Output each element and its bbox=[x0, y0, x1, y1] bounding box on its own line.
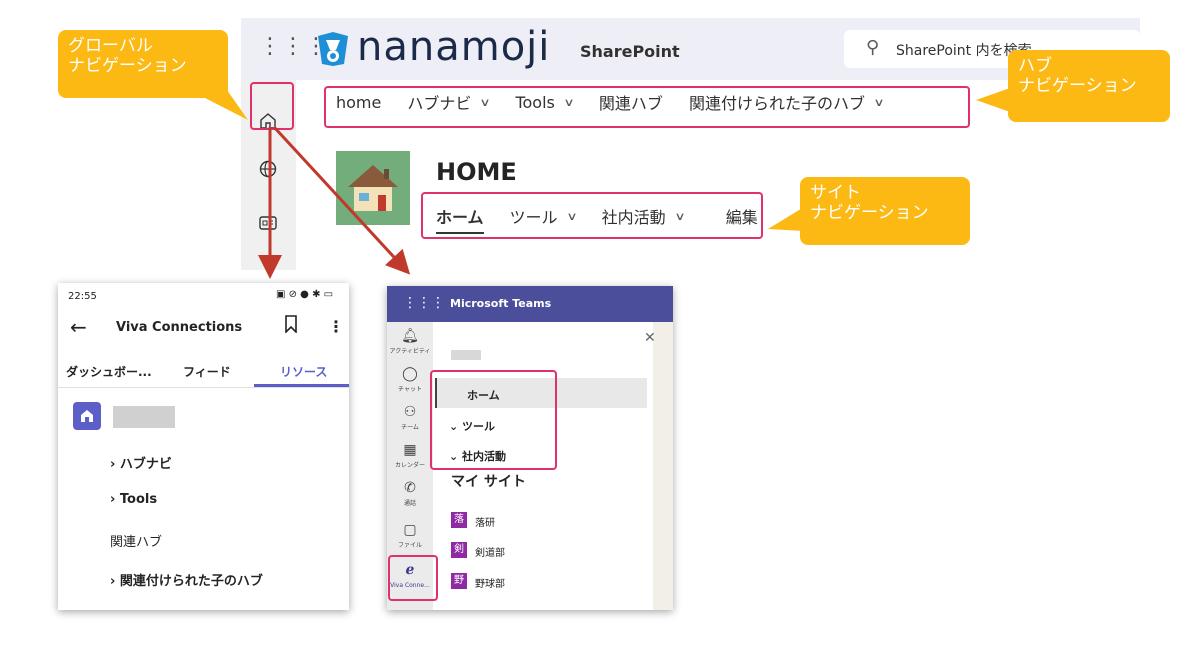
tab-resources[interactable]: リソース bbox=[280, 363, 327, 380]
more-options-icon[interactable]: ⋮ bbox=[328, 317, 344, 336]
resource-item-label: ハブナビ bbox=[119, 457, 172, 472]
teams-site-nav-highlight bbox=[430, 370, 557, 470]
rail-label: チーム bbox=[401, 424, 419, 431]
teams-app-name: Microsoft Teams bbox=[450, 297, 552, 310]
rail-label: 通話 bbox=[403, 500, 416, 507]
home-site-icon[interactable] bbox=[73, 402, 101, 430]
teams-title-bar: ⋮⋮⋮ Microsoft Teams bbox=[387, 286, 673, 322]
resource-item-label: Tools bbox=[119, 492, 158, 507]
redacted-site-name bbox=[113, 406, 175, 428]
tab-feed[interactable]: フィード bbox=[183, 363, 231, 380]
chat-icon[interactable]: ◯ bbox=[387, 366, 433, 382]
site-link-kendo[interactable]: 剣道部 bbox=[475, 544, 505, 559]
bookmark-icon[interactable] bbox=[284, 315, 298, 338]
app-title: Viva Connections bbox=[116, 320, 243, 335]
active-tab-indicator bbox=[254, 384, 349, 387]
rail-label: カレンダー bbox=[394, 462, 425, 469]
my-sites-heading: マイ サイト bbox=[451, 474, 526, 490]
site-link-rakken[interactable]: 落研 bbox=[475, 514, 495, 529]
close-icon[interactable]: ✕ bbox=[644, 330, 656, 346]
resource-item-label: 関連付けられた子のハブ bbox=[119, 574, 263, 589]
site-badge: 剣 bbox=[451, 542, 467, 558]
back-arrow-icon[interactable]: ← bbox=[70, 315, 87, 339]
rail-label: アクティビティ bbox=[389, 348, 431, 355]
resource-item-tools[interactable]: › Tools bbox=[110, 492, 157, 507]
calls-icon[interactable]: ✆ bbox=[387, 480, 433, 496]
teams-content-peek bbox=[653, 322, 673, 610]
mobile-viva-connections: 22:55 ▣ ⊘ ● ✱ ▭ ← Viva Connections ⋮ ダッシ… bbox=[58, 283, 349, 610]
resource-item-hubnavi[interactable]: › ハブナビ bbox=[110, 453, 172, 472]
resource-item-label: 関連ハブ bbox=[110, 535, 163, 550]
resource-item-child-hubs[interactable]: › 関連付けられた子のハブ bbox=[110, 570, 263, 589]
app-launcher-icon[interactable]: ⋮⋮⋮ bbox=[403, 295, 445, 311]
tab-divider bbox=[58, 387, 349, 388]
status-bar-time: 22:55 bbox=[68, 291, 97, 302]
files-icon[interactable]: ▢ bbox=[387, 522, 433, 538]
viva-icon-highlight bbox=[388, 555, 438, 601]
tab-dashboard[interactable]: ダッシュボー... bbox=[66, 363, 152, 380]
rail-label: ファイル bbox=[397, 542, 422, 549]
site-badge: 落 bbox=[451, 512, 467, 528]
activity-icon[interactable]: 🔔︎ bbox=[387, 328, 433, 344]
redacted-site-name bbox=[451, 350, 481, 360]
site-link-baseball[interactable]: 野球部 bbox=[475, 575, 505, 590]
teams-icon[interactable]: ⚇ bbox=[387, 404, 433, 420]
rail-label: チャット bbox=[398, 386, 422, 393]
calendar-icon[interactable]: ▦ bbox=[387, 442, 433, 458]
battery-icon: ▣ ⊘ ● ✱ ▭ bbox=[276, 289, 334, 300]
resource-item-related-hub[interactable]: 関連ハブ bbox=[110, 531, 162, 550]
site-badge: 野 bbox=[451, 573, 467, 589]
